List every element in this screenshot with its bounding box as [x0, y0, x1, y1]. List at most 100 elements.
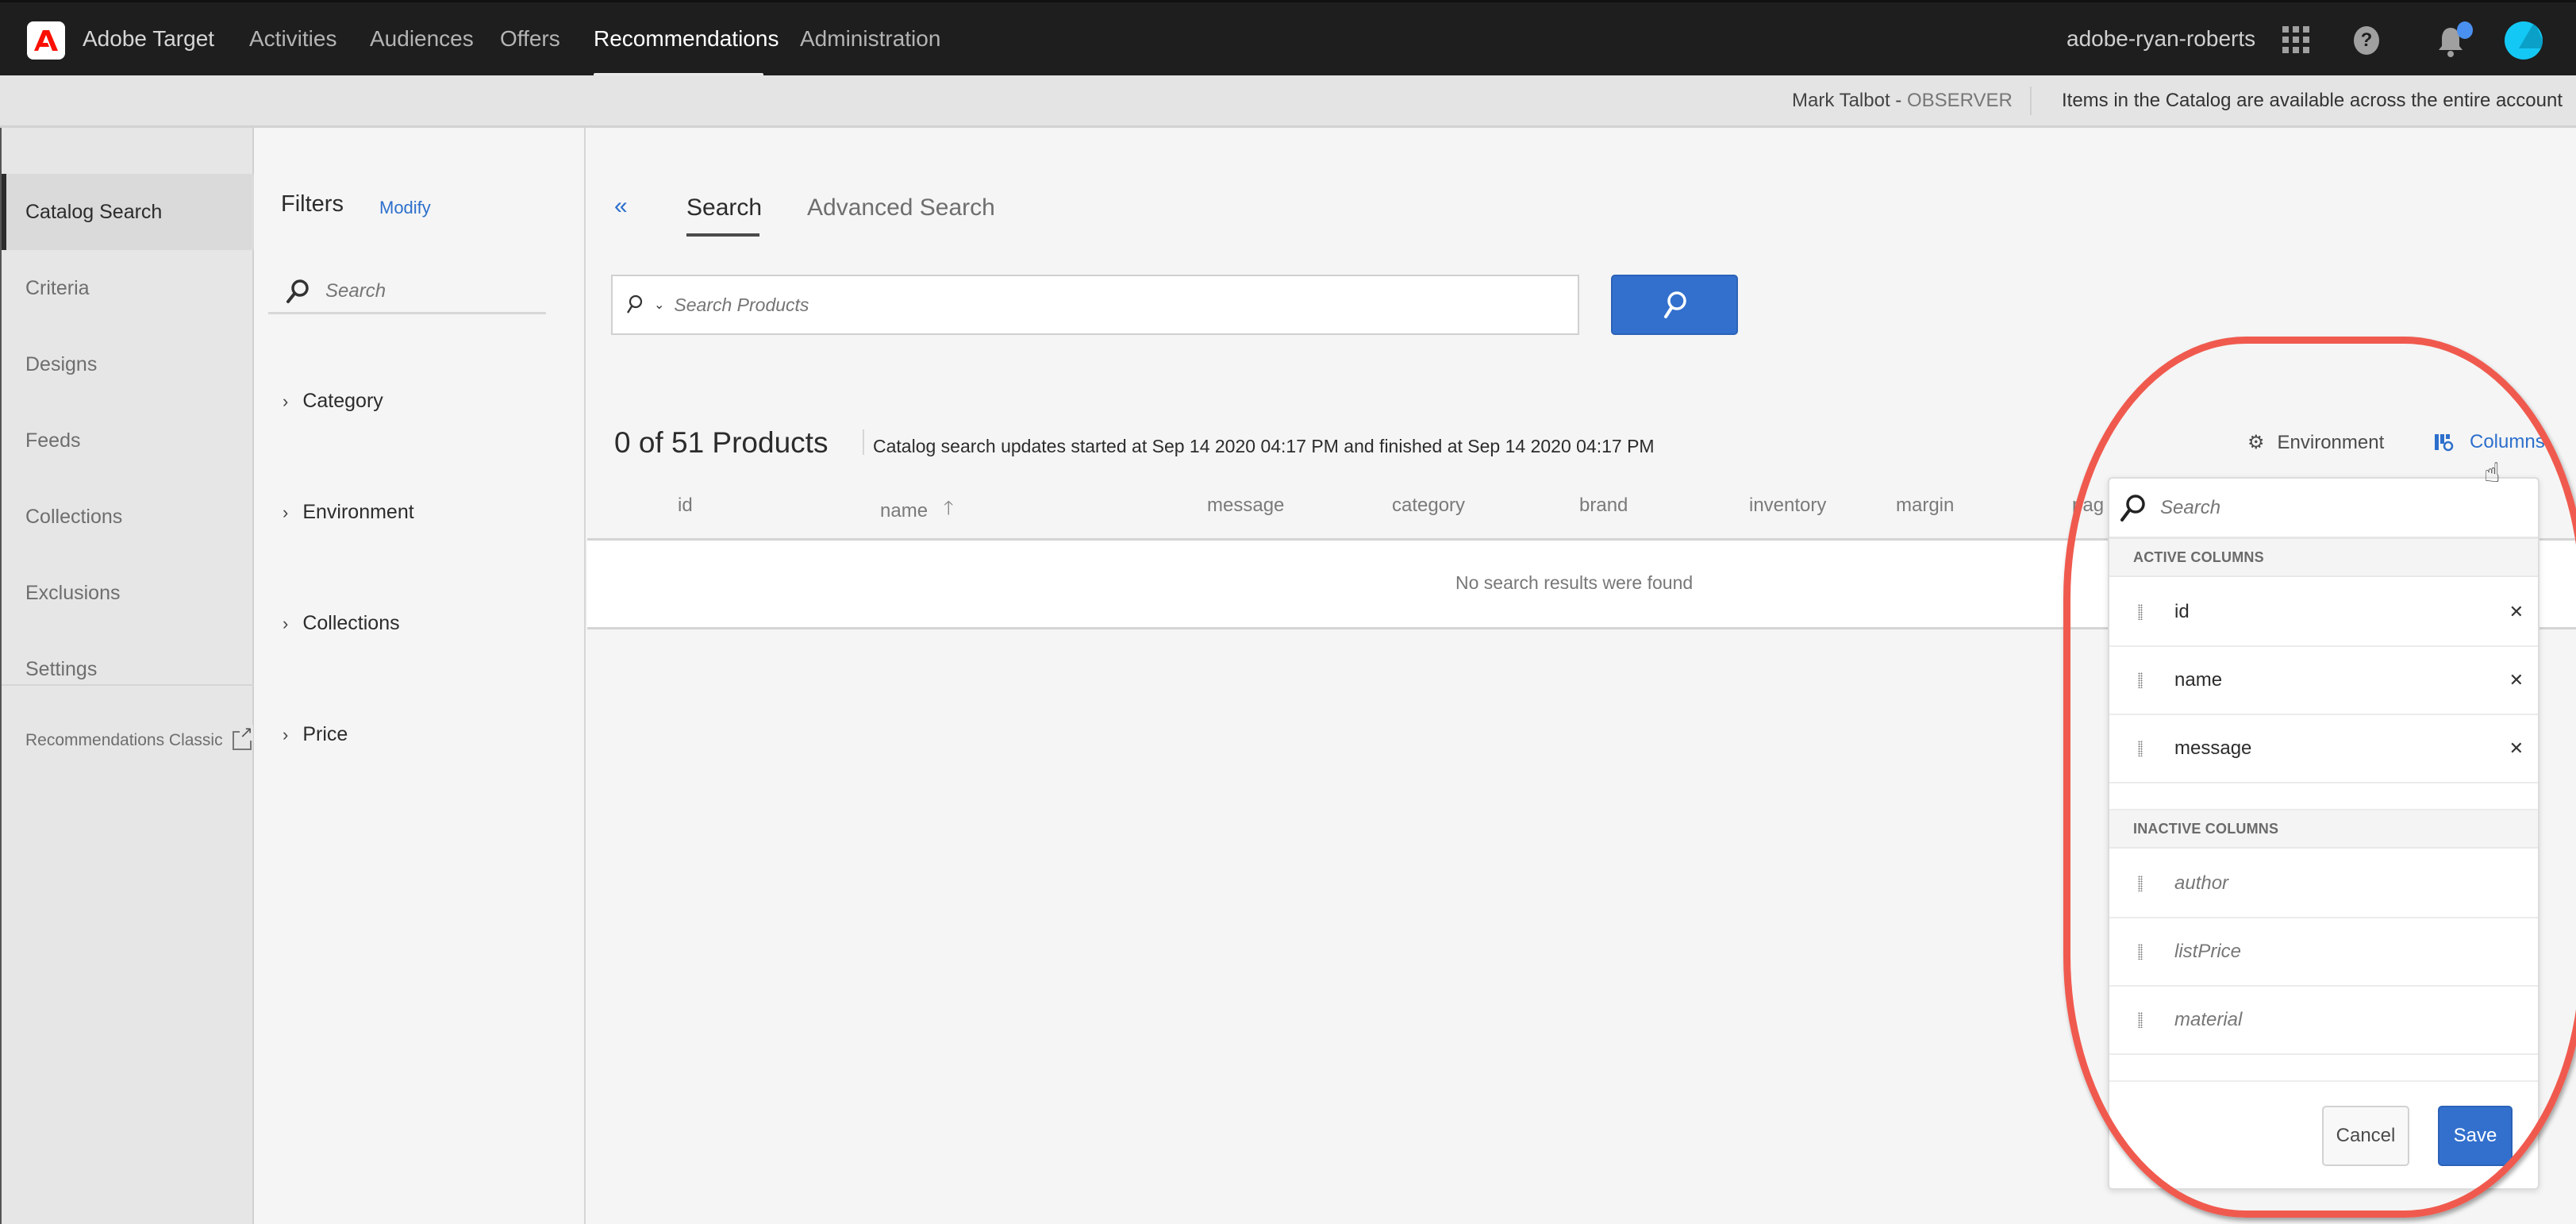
sub-header: Mark Talbot - OBSERVER Items in the Cata…	[0, 75, 2576, 128]
search-icon	[2120, 494, 2145, 522]
active-column-row[interactable]: message ✕	[2109, 715, 2538, 783]
filter-group-label: Collections	[302, 612, 400, 634]
nav-offers[interactable]: Offers	[500, 26, 560, 52]
adobe-logo-icon[interactable]	[27, 21, 65, 60]
search-scope-dropdown[interactable]: ⌄	[654, 297, 664, 313]
inactive-column-row[interactable]: material	[2109, 987, 2538, 1055]
filter-group-environment[interactable]: › Environment	[283, 501, 414, 524]
chevron-right-icon: ›	[283, 724, 289, 745]
environment-button[interactable]: ⚙ Environment	[2247, 431, 2384, 454]
columns-settings-icon	[2435, 434, 2454, 452]
drag-handle-icon[interactable]	[2138, 1012, 2143, 1028]
search-icon	[626, 294, 643, 314]
save-button[interactable]: Save	[2438, 1106, 2513, 1166]
column-header-inventory[interactable]: inventory	[1749, 495, 1826, 517]
column-header-label: name	[880, 499, 929, 522]
remove-column-icon[interactable]: ✕	[2509, 602, 2524, 622]
active-column-row[interactable]: name ✕	[2109, 647, 2538, 715]
sidebar-item-settings[interactable]: Settings	[2, 631, 254, 707]
filters-panel: Filters Modify › Category › Environment …	[254, 128, 586, 1224]
active-columns-heading: ACTIVE COLUMNS	[2109, 539, 2538, 577]
column-name: material	[2174, 1009, 2243, 1030]
filter-group-label: Price	[302, 723, 348, 745]
sidebar-item-exclusions[interactable]: Exclusions	[2, 555, 254, 631]
filter-group-label: Category	[302, 390, 383, 412]
product-search-field[interactable]: ⌄	[611, 275, 1579, 335]
remove-column-icon[interactable]: ✕	[2509, 670, 2524, 691]
product-search-input[interactable]	[674, 294, 1548, 316]
environment-label: Environment	[2277, 431, 2385, 453]
inactive-columns-heading: INACTIVE COLUMNS	[2109, 810, 2538, 849]
chevron-right-icon: ›	[283, 391, 289, 411]
column-name: name	[2174, 669, 2223, 691]
top-navigation-bar: Adobe Target Activities Audiences Offers…	[0, 0, 2576, 78]
sidebar-item-designs[interactable]: Designs	[2, 326, 254, 402]
columns-search-field[interactable]	[2109, 479, 2538, 539]
active-column-row[interactable]: id ✕	[2109, 579, 2538, 647]
active-columns-spacer	[2109, 783, 2538, 810]
notification-badge	[2457, 21, 2473, 39]
sidebar-item-feeds[interactable]: Feeds	[2, 402, 254, 479]
drag-handle-icon[interactable]	[2138, 741, 2143, 756]
nav-activities[interactable]: Activities	[249, 26, 336, 52]
column-header-pages[interactable]: pag	[2072, 495, 2104, 517]
collapse-filters-button[interactable]: «	[614, 193, 628, 220]
active-tab-indicator	[686, 233, 759, 237]
filter-search-input[interactable]	[325, 280, 524, 302]
left-sidebar: Catalog Search Criteria Designs Feeds Co…	[0, 128, 254, 1224]
inactive-columns-spacer	[2109, 1055, 2538, 1082]
inactive-column-row[interactable]: listPrice	[2109, 918, 2538, 987]
search-button[interactable]	[1611, 275, 1738, 335]
filter-group-category[interactable]: › Category	[283, 390, 383, 413]
chevron-right-icon: ›	[283, 613, 289, 633]
columns-button[interactable]: Columns	[2435, 431, 2545, 453]
account-name[interactable]: adobe-ryan-roberts	[2067, 26, 2255, 52]
sub-header-divider	[2030, 87, 2032, 115]
user-name: Mark Talbot	[1792, 90, 1890, 111]
column-header-category[interactable]: category	[1392, 495, 1465, 517]
sidebar-item-collections[interactable]: Collections	[2, 479, 254, 555]
column-header-brand[interactable]: brand	[1579, 495, 1628, 517]
remove-column-icon[interactable]: ✕	[2509, 738, 2524, 759]
filters-title: Filters	[281, 191, 344, 217]
modify-filters-link[interactable]: Modify	[379, 198, 431, 218]
filter-search-field[interactable]	[268, 271, 546, 314]
columns-popover: ACTIVE COLUMNS id ✕ name ✕ message ✕ INA…	[2108, 477, 2539, 1190]
drag-handle-icon[interactable]	[2138, 672, 2143, 688]
drag-handle-icon[interactable]	[2138, 944, 2143, 960]
tab-search[interactable]: Search	[686, 194, 762, 221]
column-name: message	[2174, 737, 2252, 759]
user-avatar[interactable]	[2505, 21, 2543, 60]
nav-recommendations[interactable]: Recommendations	[594, 26, 779, 52]
help-icon[interactable]: ?	[2354, 26, 2379, 55]
column-header-margin[interactable]: margin	[1896, 495, 1954, 517]
nav-administration[interactable]: Administration	[800, 26, 940, 52]
sidebar-item-criteria[interactable]: Criteria	[2, 250, 254, 326]
columns-search-input[interactable]	[2160, 496, 2493, 519]
column-name: id	[2174, 601, 2190, 622]
chevron-right-icon: ›	[283, 502, 289, 522]
drag-handle-icon[interactable]	[2138, 604, 2143, 620]
empty-results-message: No search results were found	[1455, 572, 1694, 593]
cancel-button[interactable]: Cancel	[2322, 1106, 2409, 1166]
sidebar-divider	[2, 684, 254, 686]
nav-audiences[interactable]: Audiences	[370, 26, 474, 52]
recommendations-classic-link[interactable]: Recommendations Classic	[25, 725, 253, 750]
column-header-id[interactable]: id	[678, 495, 693, 517]
tab-advanced-search[interactable]: Advanced Search	[807, 194, 995, 221]
apps-grid-icon[interactable]	[2282, 26, 2309, 53]
catalog-update-status: Catalog search updates started at Sep 14…	[873, 436, 1655, 456]
column-name: listPrice	[2174, 941, 2242, 962]
result-count: 0 of 51 Products	[614, 426, 829, 459]
column-header-name[interactable]: name 🡑	[880, 495, 954, 527]
app-title[interactable]: Adobe Target	[83, 26, 214, 52]
inactive-column-row[interactable]: author	[2109, 850, 2538, 918]
filter-group-price[interactable]: › Price	[283, 723, 348, 746]
gear-icon: ⚙	[2247, 432, 2265, 453]
filter-group-collections[interactable]: › Collections	[283, 612, 400, 635]
drag-handle-icon[interactable]	[2138, 876, 2143, 891]
sidebar-item-catalog-search[interactable]: Catalog Search	[2, 174, 254, 250]
filter-group-label: Environment	[302, 501, 414, 523]
column-name: author	[2174, 872, 2229, 894]
column-header-message[interactable]: message	[1207, 495, 1284, 517]
